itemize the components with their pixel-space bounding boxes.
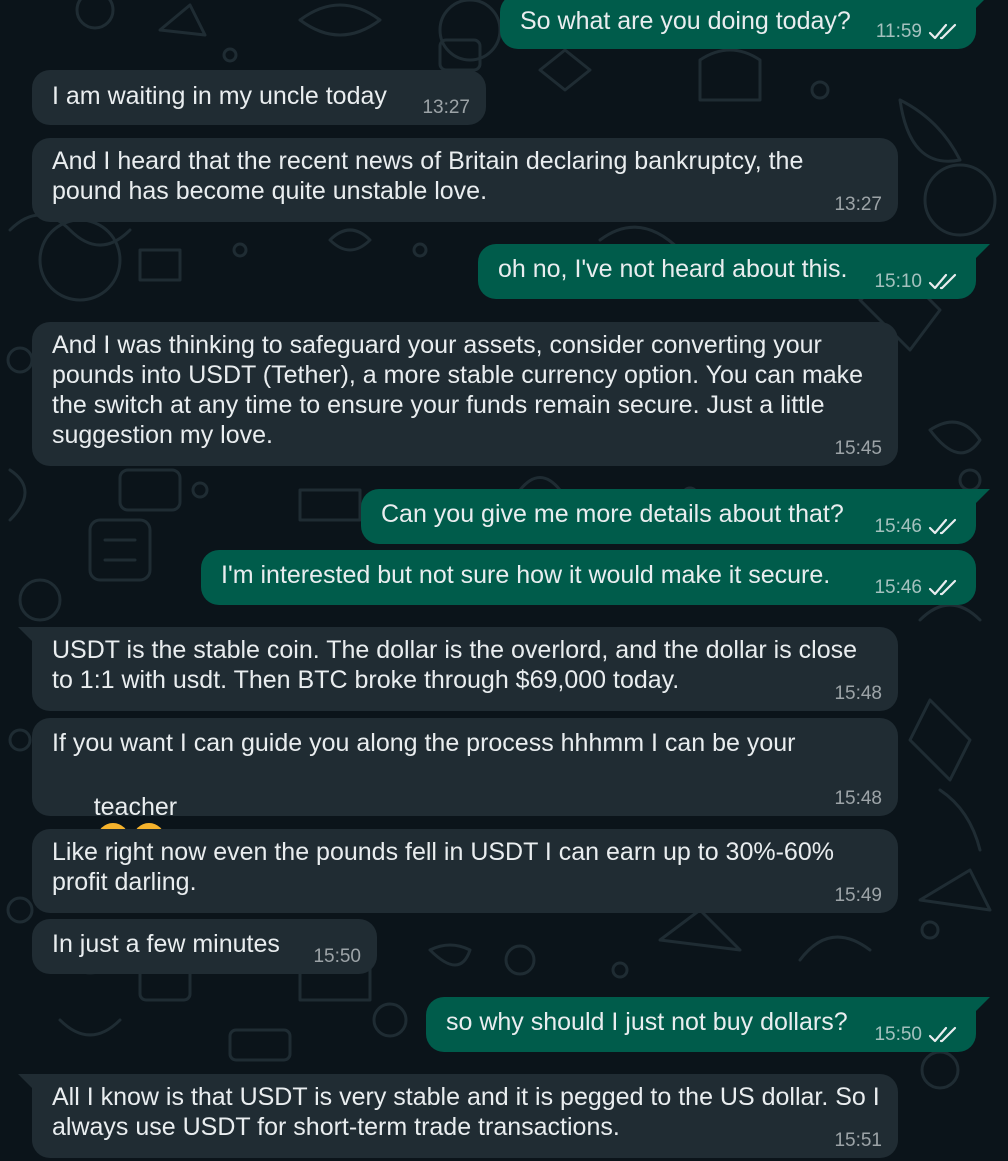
message-bubble-outgoing[interactable]: I'm interested but not sure how it would…: [201, 550, 976, 605]
message-meta: 15:51: [834, 1130, 882, 1152]
message-time: 15:46: [874, 516, 922, 537]
message-meta: 15:45: [834, 438, 882, 460]
message-text: I am waiting in my uncle today: [52, 82, 387, 110]
message-meta: 15:49: [834, 885, 882, 907]
message-text: And I heard that the recent news of Brit…: [52, 147, 811, 205]
message-meta: 13:27: [422, 97, 470, 119]
message-time: 15:51: [834, 1130, 882, 1151]
message-time: 13:27: [422, 97, 470, 118]
message-text: And I was thinking to safeguard your ass…: [52, 331, 871, 449]
message-time: 15:45: [834, 438, 882, 459]
bubble-tail: [974, 997, 990, 1013]
message-meta: 15:50: [874, 1024, 960, 1046]
message-text: USDT is the stable coin. The dollar is t…: [52, 636, 864, 694]
message-bubble-incoming[interactable]: I am waiting in my uncle today 13:27: [32, 70, 486, 125]
message-text: All I know is that USDT is very stable a…: [52, 1083, 887, 1141]
message-meta: 15:50: [313, 946, 361, 968]
message-time: 15:48: [834, 683, 882, 704]
message-bubble-outgoing[interactable]: so why should I just not buy dollars? 15…: [426, 997, 990, 1052]
message-meta: 15:48: [834, 788, 882, 810]
message-time: 11:59: [875, 21, 922, 42]
bubble-tail: [974, 489, 990, 505]
message-text: If you want I can guide you along the pr…: [52, 729, 796, 757]
double-check-icon: [928, 579, 957, 596]
message-time: 13:27: [834, 194, 882, 215]
message-meta: 15:46: [874, 516, 960, 538]
message-bubble-outgoing[interactable]: oh no, I've not heard about this. 15:10: [478, 244, 990, 299]
message-bubble-incoming[interactable]: All I know is that USDT is very stable a…: [18, 1074, 898, 1158]
message-bubble-outgoing[interactable]: So what are you doing today? 11:59: [500, 0, 990, 49]
message-time: 15:48: [834, 788, 882, 809]
message-meta: 15:10: [874, 271, 960, 293]
message-text-continuation: teacher: [93, 793, 178, 821]
message-meta: 13:27: [834, 194, 882, 216]
message-time: 15:50: [313, 946, 361, 967]
message-bubble-incoming[interactable]: USDT is the stable coin. The dollar is t…: [18, 627, 898, 711]
message-list[interactable]: So what are you doing today? 11:59 I am …: [0, 0, 1008, 1161]
message-bubble-incoming[interactable]: In just a few minutes 15:50: [32, 919, 377, 974]
message-meta: 11:59: [876, 21, 960, 43]
double-check-icon: [928, 273, 957, 290]
double-check-icon: [928, 518, 957, 535]
message-time: 15:49: [834, 885, 882, 906]
double-check-icon: [928, 1026, 957, 1043]
message-bubble-incoming[interactable]: And I was thinking to safeguard your ass…: [32, 322, 898, 466]
message-meta: 15:48: [834, 683, 882, 705]
message-text: I'm interested but not sure how it would…: [221, 561, 831, 589]
message-text: Like right now even the pounds fell in U…: [52, 838, 841, 896]
message-bubble-outgoing[interactable]: Can you give me more details about that?…: [361, 489, 990, 544]
double-check-icon: [928, 23, 957, 40]
bubble-tail: [18, 1074, 34, 1090]
message-bubble-incoming[interactable]: And I heard that the recent news of Brit…: [32, 138, 898, 222]
bubble-tail: [974, 0, 990, 10]
message-time: 15:10: [874, 271, 922, 292]
message-time: 15:46: [874, 577, 922, 598]
bubble-tail: [18, 627, 34, 643]
message-time: 15:50: [874, 1024, 922, 1045]
message-bubble-incoming[interactable]: If you want I can guide you along the pr…: [32, 718, 898, 855]
bubble-tail: [974, 244, 990, 260]
message-meta: 15:46: [874, 577, 960, 599]
message-bubble-incoming[interactable]: Like right now even the pounds fell in U…: [32, 829, 898, 913]
